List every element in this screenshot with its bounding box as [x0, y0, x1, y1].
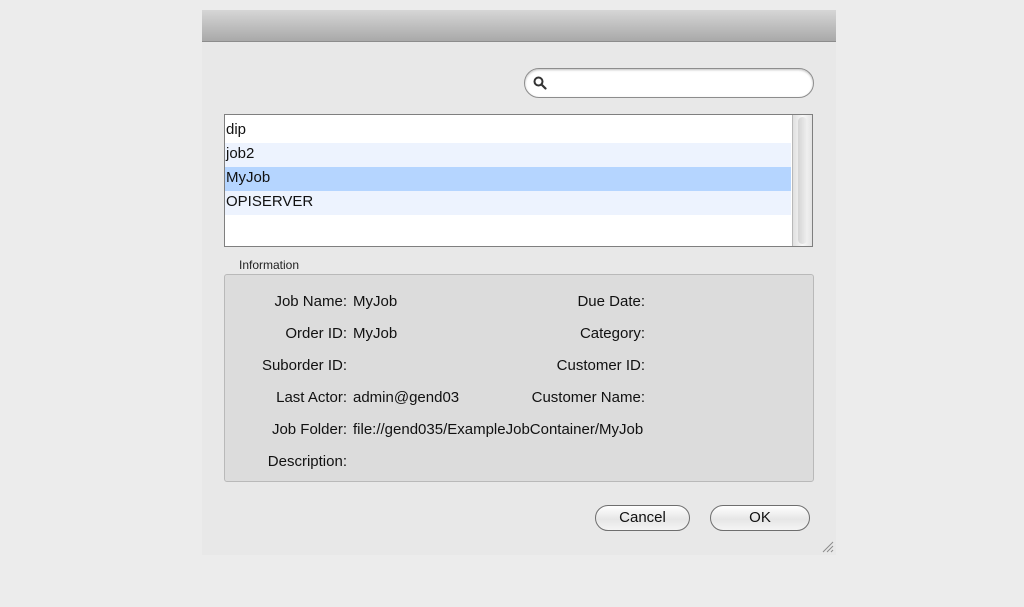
information-panel: Job Name: MyJob Order ID: MyJob Suborder…	[224, 274, 814, 482]
last-actor-label: Last Actor:	[276, 389, 347, 406]
list-item[interactable]: OPISERVER	[225, 191, 791, 215]
customer-id-label: Customer ID:	[556, 357, 645, 374]
title-bar[interactable]	[202, 10, 836, 42]
category-label: Category:	[579, 325, 645, 342]
cancel-button[interactable]: Cancel	[595, 505, 690, 531]
job-list-rows: dip job2 MyJob OPISERVER	[225, 119, 791, 215]
last-actor-value: admin@gend03	[353, 389, 460, 406]
search-field[interactable]	[524, 68, 814, 98]
job-selection-dialog: dip job2 MyJob OPISERVER Information Job…	[202, 10, 836, 555]
list-item[interactable]: job2	[225, 143, 791, 167]
customer-name-label: Customer Name:	[531, 389, 645, 406]
ok-button[interactable]: OK	[710, 505, 810, 531]
list-scrollbar[interactable]	[792, 115, 812, 246]
information-heading: Information	[239, 258, 300, 272]
order-id-label: Order ID:	[285, 325, 347, 342]
job-name-label: Job Name:	[274, 293, 347, 310]
suborder-id-label: Suborder ID:	[261, 357, 347, 374]
job-name-value: MyJob	[353, 293, 398, 310]
job-folder-label: Job Folder:	[271, 421, 347, 438]
search-input[interactable]	[551, 73, 801, 93]
job-list[interactable]: dip job2 MyJob OPISERVER	[224, 114, 813, 247]
description-label: Description:	[267, 453, 347, 470]
resize-grip-icon[interactable]	[820, 539, 834, 553]
scrollbar-track	[798, 117, 807, 244]
order-id-value: MyJob	[353, 325, 398, 342]
job-folder-value: file://gend035/ExampleJobContainer/MyJob	[353, 421, 644, 438]
due-date-label: Due Date:	[577, 293, 645, 310]
list-item[interactable]: dip	[225, 119, 791, 143]
search-icon	[533, 76, 547, 90]
list-item-selected[interactable]: MyJob	[225, 167, 791, 191]
